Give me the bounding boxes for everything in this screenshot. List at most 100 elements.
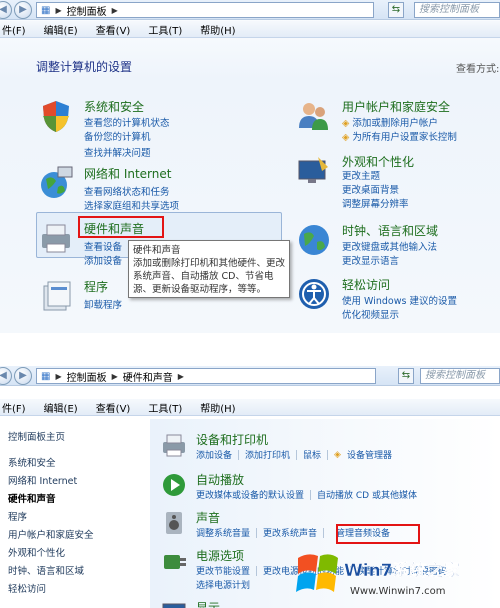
section-title[interactable]: 声音 bbox=[196, 509, 220, 526]
link-text: 为所有用户设置家长控制 bbox=[352, 132, 457, 143]
link[interactable]: 添加设备 bbox=[196, 448, 232, 461]
clock-globe-icon bbox=[299, 225, 329, 255]
link[interactable]: 卸载程序 bbox=[84, 297, 122, 311]
chevron-right-icon: ▶ bbox=[111, 371, 118, 381]
shield-icon bbox=[43, 101, 69, 132]
printer-icon bbox=[42, 224, 70, 253]
link[interactable]: 设备管理器 bbox=[347, 448, 392, 461]
svg-text:Www.Winwin7.com: Www.Winwin7.com bbox=[350, 586, 445, 597]
back-button[interactable]: ◀ bbox=[0, 1, 12, 19]
section-title[interactable]: 自动播放 bbox=[196, 471, 244, 488]
address-bar: ◀ ▶ ▦ ▶ 控制面板 ▶ 硬件和声音 ▶ ⇆ 搜索控制面板 bbox=[0, 366, 500, 386]
section-title[interactable]: 电源选项 bbox=[196, 547, 244, 564]
category-title[interactable]: 系统和安全 bbox=[84, 98, 144, 115]
menu-tools[interactable]: 工具(T) bbox=[146, 400, 184, 415]
breadcrumb-item-control-panel[interactable]: 控制面板 bbox=[67, 369, 107, 384]
refresh-button[interactable]: ⇆ bbox=[388, 2, 404, 18]
sidebar-item-clock-language[interactable]: 时钟、语言和区域 bbox=[8, 563, 84, 577]
link[interactable]: 添加打印机 bbox=[245, 448, 290, 461]
link[interactable]: 备份您的计算机 bbox=[84, 129, 151, 143]
breadcrumb[interactable]: ▦ ▶ 控制面板 ▶ 硬件和声音 ▶ bbox=[36, 368, 376, 384]
menu-help[interactable]: 帮助(H) bbox=[198, 22, 237, 37]
link[interactable]: 查看设备 bbox=[84, 239, 122, 253]
breadcrumb-item-hardware-sound[interactable]: 硬件和声音 bbox=[123, 369, 173, 384]
category-title[interactable]: 时钟、语言和区域 bbox=[342, 222, 438, 239]
globe-network-icon bbox=[41, 166, 73, 198]
sidebar-item-ease-of-access[interactable]: 轻松访问 bbox=[8, 581, 46, 595]
breadcrumb[interactable]: ▦ ▶ 控制面板 ▶ bbox=[36, 2, 374, 18]
link[interactable]: ◈ 添加或删除用户帐户 bbox=[342, 115, 438, 129]
menu-tools[interactable]: 工具(T) bbox=[146, 22, 184, 37]
link[interactable]: 使用 Windows 建议的设置 bbox=[342, 293, 457, 307]
menu-view[interactable]: 查看(V) bbox=[94, 400, 133, 415]
link[interactable]: 更改系统声音 bbox=[263, 526, 317, 539]
link[interactable]: 选择家庭组和共享选项 bbox=[84, 198, 179, 212]
section-title[interactable]: 显示 bbox=[196, 599, 220, 608]
highlight-box bbox=[78, 216, 164, 238]
menu-help[interactable]: 帮助(H) bbox=[198, 400, 237, 415]
link[interactable]: 添加设备 bbox=[84, 253, 122, 267]
shield-icon: ◈ bbox=[334, 449, 341, 460]
link[interactable]: 查看网络状态和任务 bbox=[84, 184, 170, 198]
link[interactable]: 更改显示语言 bbox=[342, 253, 399, 267]
breadcrumb-item-control-panel[interactable]: 控制面板 bbox=[67, 3, 107, 18]
folder-icon: ▦ bbox=[41, 370, 51, 382]
sidebar-item-system-security[interactable]: 系统和安全 bbox=[8, 455, 56, 469]
svg-text:Win7系统之家: Win7系统之家 bbox=[344, 560, 461, 581]
control-panel-window-category-view: ◀ ▶ ▦ ▶ 控制面板 ▶ ⇆ 搜索控制面板 件(F) 编辑(E) 查看(V)… bbox=[0, 0, 500, 333]
forward-button[interactable]: ▶ bbox=[14, 367, 32, 385]
menu-file[interactable]: 件(F) bbox=[0, 400, 28, 415]
link[interactable]: 更改节能设置 bbox=[196, 564, 250, 577]
sidebar-item-hardware-sound[interactable]: 硬件和声音 bbox=[8, 491, 56, 505]
menu-view[interactable]: 查看(V) bbox=[94, 22, 133, 37]
chevron-right-icon: ▶ bbox=[55, 371, 62, 381]
sidebar-item-appearance[interactable]: 外观和个性化 bbox=[8, 545, 65, 559]
programs-icon bbox=[43, 281, 71, 311]
highlight-box bbox=[336, 524, 420, 544]
link[interactable]: 鼠标 bbox=[303, 448, 321, 461]
category-title[interactable]: 用户帐户和家庭安全 bbox=[342, 98, 450, 115]
tooltip-body: 添加或删除打印机和其他硬件、更改系统声音、自动播放 CD、节省电源、更新设备驱动… bbox=[133, 258, 286, 295]
autoplay-icon bbox=[163, 474, 185, 496]
search-input[interactable]: 搜索控制面板 bbox=[414, 2, 500, 18]
link[interactable]: 查看您的计算机状态 bbox=[84, 115, 170, 129]
link[interactable]: 调整屏幕分辨率 bbox=[342, 196, 409, 210]
refresh-button[interactable]: ⇆ bbox=[398, 368, 414, 384]
menu-bar: 件(F) 编辑(E) 查看(V) 工具(T) 帮助(H) bbox=[0, 21, 500, 38]
sidebar-item-programs[interactable]: 程序 bbox=[8, 509, 27, 523]
menu-file[interactable]: 件(F) bbox=[0, 22, 28, 37]
address-bar: ◀ ▶ ▦ ▶ 控制面板 ▶ ⇆ 搜索控制面板 bbox=[0, 0, 500, 20]
menu-bar: 件(F) 编辑(E) 查看(V) 工具(T) 帮助(H) bbox=[0, 399, 500, 416]
link[interactable]: 更改主题 bbox=[342, 168, 380, 182]
link[interactable]: 自动播放 CD 或其他媒体 bbox=[317, 488, 417, 501]
category-title[interactable]: 网络和 Internet bbox=[84, 165, 171, 182]
sidebar-item-network[interactable]: 网络和 Internet bbox=[8, 473, 77, 487]
category-title[interactable]: 程序 bbox=[84, 278, 108, 295]
link[interactable]: 选择电源计划 bbox=[196, 578, 250, 591]
back-button[interactable]: ◀ bbox=[0, 367, 12, 385]
category-title[interactable]: 轻松访问 bbox=[342, 276, 390, 293]
link-text: 添加或删除用户帐户 bbox=[352, 118, 438, 129]
link[interactable]: 更改媒体或设备的默认设置 bbox=[196, 488, 304, 501]
view-by-label[interactable]: 查看方式: bbox=[456, 60, 499, 75]
monitor-paint-icon bbox=[298, 157, 328, 183]
link[interactable]: 更改键盘或其他输入法 bbox=[342, 239, 437, 253]
link[interactable]: 更改桌面背景 bbox=[342, 182, 399, 196]
sidebar-item-user-accounts[interactable]: 用户帐户和家庭安全 bbox=[8, 527, 94, 541]
link[interactable]: 查找并解决问题 bbox=[84, 145, 151, 159]
menu-edit[interactable]: 编辑(E) bbox=[42, 400, 80, 415]
link[interactable]: 调整系统音量 bbox=[196, 526, 250, 539]
menu-edit[interactable]: 编辑(E) bbox=[42, 22, 80, 37]
section-links: 添加设备 添加打印机 鼠标 ◈ 设备管理器 bbox=[196, 448, 392, 461]
forward-button[interactable]: ▶ bbox=[14, 1, 32, 19]
link[interactable]: 优化视频显示 bbox=[342, 307, 399, 321]
section-title[interactable]: 设备和打印机 bbox=[196, 431, 268, 448]
sidebar-item-home[interactable]: 控制面板主页 bbox=[8, 429, 65, 443]
link[interactable]: ◈ 为所有用户设置家长控制 bbox=[342, 129, 457, 143]
display-icon bbox=[162, 603, 186, 608]
section-links: 更改媒体或设备的默认设置 自动播放 CD 或其他媒体 bbox=[196, 488, 417, 501]
ease-of-access-icon bbox=[299, 279, 329, 309]
search-input[interactable]: 搜索控制面板 bbox=[420, 368, 500, 384]
chevron-right-icon: ▶ bbox=[55, 5, 62, 15]
watermark-logo: Win7系统之家 Www.Winwin7.com bbox=[296, 554, 461, 597]
